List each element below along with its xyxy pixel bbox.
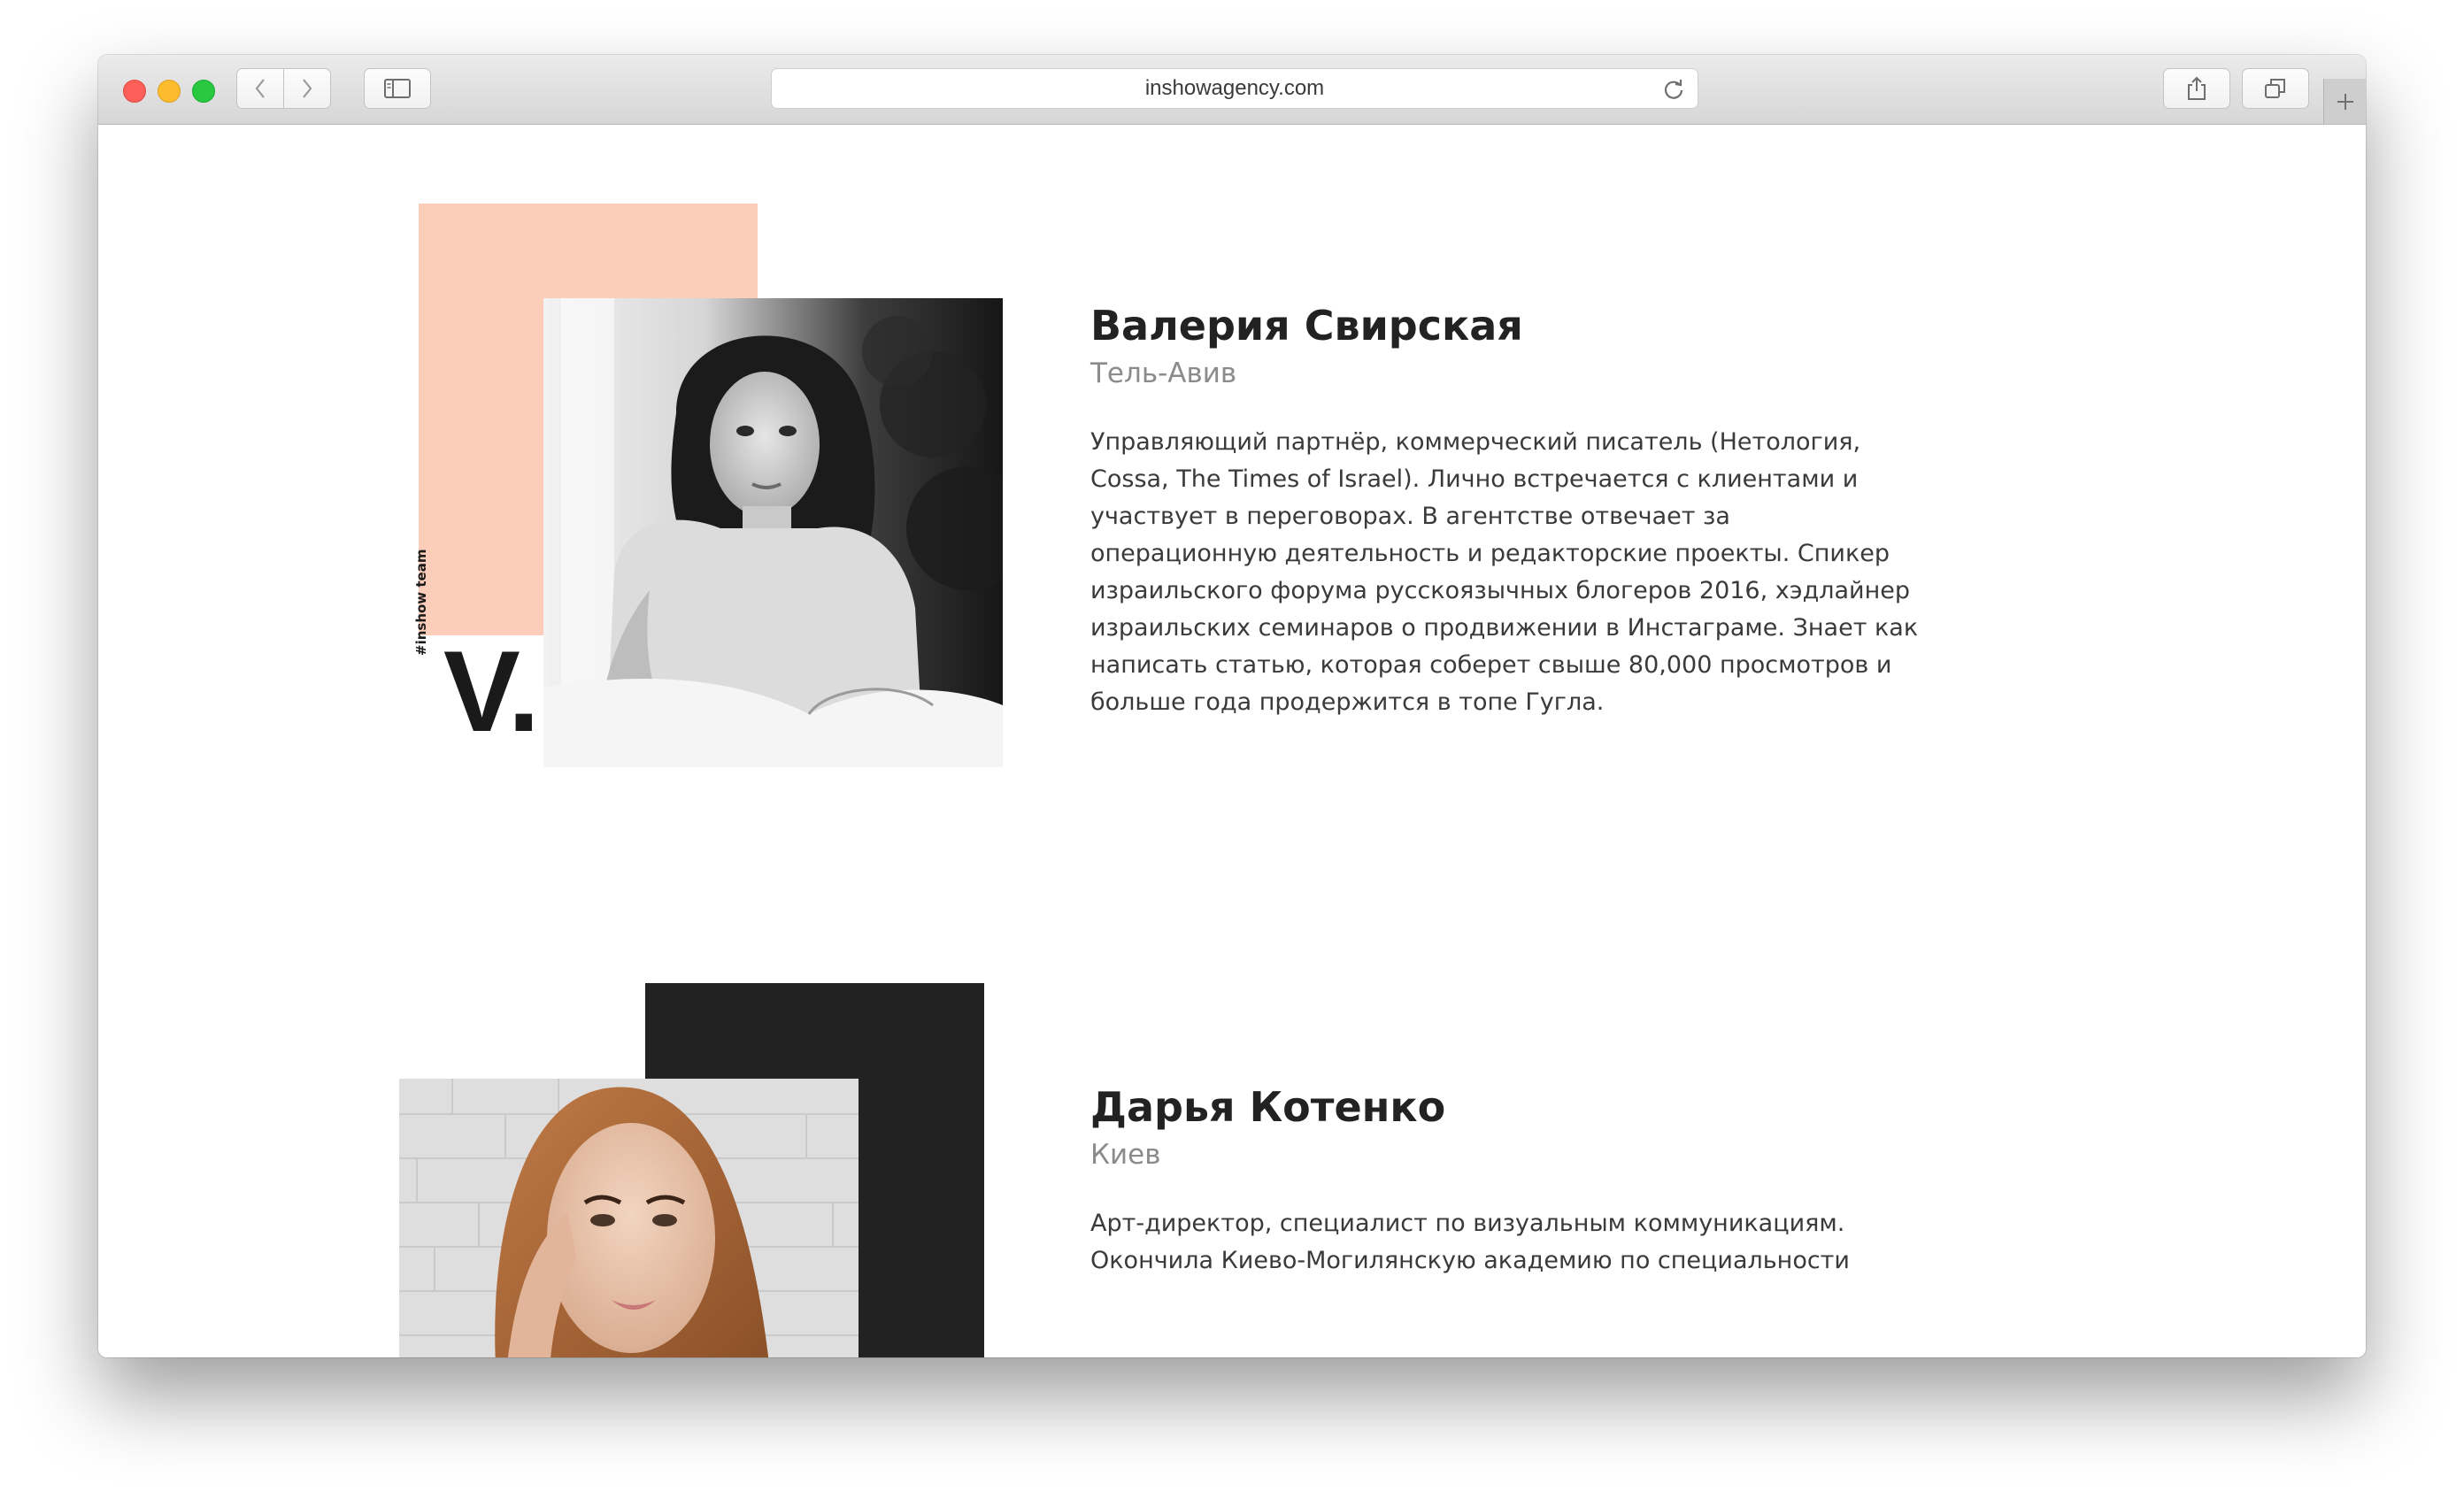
profile-photo-valeria <box>543 298 1003 767</box>
team-member-card: Дарья Котенко Киев Арт-директор, специал… <box>1090 1083 1940 1280</box>
url-text: inshowagency.com <box>1144 76 1325 100</box>
member-city: Тель-Авив <box>1090 357 1237 390</box>
sidebar-toggle-button[interactable] <box>364 68 431 109</box>
zoom-window-button[interactable] <box>192 80 215 103</box>
page-content: V. #inshow team Валерия Свирская Тель-Ав… <box>98 125 2366 1357</box>
member-bio: Управляющий партнёр, коммерческий писате… <box>1090 428 1919 717</box>
team-hashtag: #inshow team <box>413 549 429 656</box>
new-tab-button[interactable] <box>2323 79 2366 124</box>
team-member-card: Валерия Свирская Тель-Авив Управляющий п… <box>1090 302 1940 721</box>
chevron-right-icon <box>303 79 312 98</box>
reload-icon[interactable] <box>1662 78 1685 101</box>
member-city: Киев <box>1090 1139 1161 1172</box>
plus-icon <box>2337 93 2353 110</box>
tabs-icon <box>2265 79 2285 98</box>
monogram-letter: V. <box>443 627 540 756</box>
close-window-button[interactable] <box>123 80 146 103</box>
member-name: Дарья Котенко <box>1090 1083 1446 1131</box>
chevron-left-icon <box>255 79 265 98</box>
browser-toolbar: inshowagency.com <box>98 55 2366 125</box>
forward-button[interactable] <box>283 68 331 109</box>
member-name: Валерия Свирская <box>1090 302 1523 350</box>
share-icon <box>2188 76 2206 100</box>
show-tabs-button[interactable] <box>2242 68 2309 109</box>
browser-window: inshowagency.com V. #inshow team Валерия… <box>98 55 2366 1357</box>
back-button[interactable] <box>236 68 284 109</box>
member-bio: Арт-директор, специалист по визуальным к… <box>1090 1210 1850 1275</box>
address-bar[interactable]: inshowagency.com <box>771 68 1698 109</box>
profile-photo-daria <box>399 1079 859 1357</box>
minimize-window-button[interactable] <box>158 80 181 103</box>
sidebar-icon <box>384 79 411 98</box>
share-button[interactable] <box>2163 68 2230 109</box>
